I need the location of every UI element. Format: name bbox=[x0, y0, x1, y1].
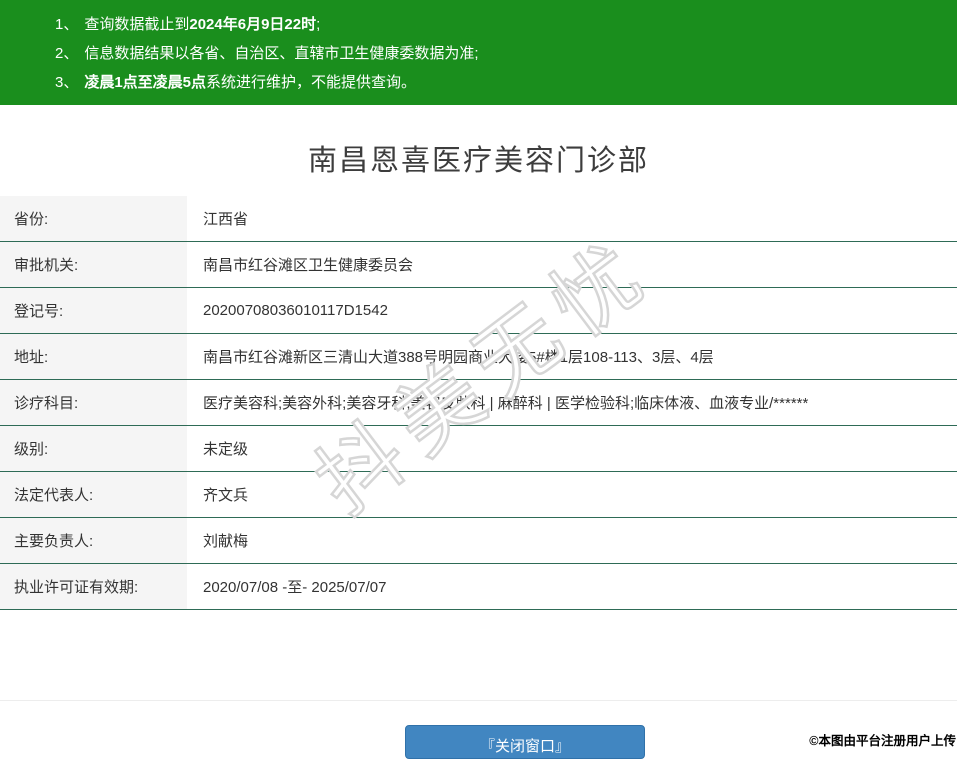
notice-text: 系统进行维护，不能提供查询。 bbox=[206, 74, 417, 91]
table-row-license-validity: 执业许可证有效期: 2020/07/08 -至- 2025/07/07 bbox=[0, 564, 957, 610]
table-row-medical-subjects: 诊疗科目: 医疗美容科;美容外科;美容牙科;美容皮肤科 | 麻醉科 | 医学检验… bbox=[0, 380, 957, 426]
notice-text: 查询数据截止到 bbox=[84, 16, 190, 33]
row-label: 诊疗科目: bbox=[0, 380, 187, 425]
notice-number: 1、 bbox=[55, 16, 79, 33]
row-value: 未定级 bbox=[203, 441, 249, 458]
row-label: 登记号: bbox=[0, 288, 187, 333]
table-row-province: 省份: 江西省 bbox=[0, 196, 957, 242]
table-row-level: 级别: 未定级 bbox=[0, 426, 957, 472]
row-label: 法定代表人: bbox=[0, 472, 187, 517]
row-label: 级别: bbox=[0, 426, 187, 471]
page-title: 南昌恩喜医疗美容门诊部 bbox=[307, 145, 649, 177]
table-row-legal-representative: 法定代表人: 齐文兵 bbox=[0, 472, 957, 518]
notice-text: 信息数据结果以各省、自治区、直辖市卫生健康委数据为准; bbox=[84, 45, 479, 62]
row-value: 南昌市红谷滩新区三清山大道388号明园商业大楼5#楼1层108-113、3层、4… bbox=[203, 349, 714, 366]
row-label: 主要负责人: bbox=[0, 518, 187, 563]
info-table: 省份: 江西省 审批机关: 南昌市红谷滩区卫生健康委员会 登记号: 202007… bbox=[0, 196, 957, 610]
row-label: 省份: bbox=[0, 196, 187, 241]
notice-number: 3、 bbox=[55, 74, 79, 91]
notice-line-3: 3、 凌晨1点至凌晨5点系统进行维护，不能提供查询。 bbox=[55, 68, 937, 97]
row-value: 2020/07/08 -至- 2025/07/07 bbox=[203, 579, 387, 596]
row-value: 南昌市红谷滩区卫生健康委员会 bbox=[203, 257, 414, 274]
notice-bold-text: 凌晨1点至凌晨5点 bbox=[84, 74, 207, 91]
table-row-approval-authority: 审批机关: 南昌市红谷滩区卫生健康委员会 bbox=[0, 242, 957, 288]
row-label: 地址: bbox=[0, 334, 187, 379]
row-value: 20200708036010117D1542 bbox=[203, 302, 388, 319]
row-label: 审批机关: bbox=[0, 242, 187, 287]
notice-line-2: 2、 信息数据结果以各省、自治区、直辖市卫生健康委数据为准; bbox=[55, 39, 937, 68]
notice-banner: 1、 查询数据截止到2024年6月9日22时; 2、 信息数据结果以各省、自治区、直… bbox=[0, 0, 957, 105]
row-label: 执业许可证有效期: bbox=[0, 564, 187, 609]
table-row-address: 地址: 南昌市红谷滩新区三清山大道388号明园商业大楼5#楼1层108-113、… bbox=[0, 334, 957, 380]
row-value: 刘献梅 bbox=[203, 533, 249, 550]
row-value: 江西省 bbox=[203, 211, 249, 228]
notice-bold-text: 2024年6月9日22时 bbox=[189, 16, 317, 33]
table-row-registration-number: 登记号: 20200708036010117D1542 bbox=[0, 288, 957, 334]
upload-attribution-note: ©本图由平台注册用户上传 bbox=[809, 734, 956, 748]
row-value: 医疗美容科;美容外科;美容牙科;美容皮肤科 | 麻醉科 | 医学检验科;临床体液… bbox=[203, 395, 809, 412]
table-row-main-person-in-charge: 主要负责人: 刘献梅 bbox=[0, 518, 957, 564]
close-window-button[interactable]: 『关闭窗口』 bbox=[405, 725, 645, 759]
row-value: 齐文兵 bbox=[203, 487, 249, 504]
footer-divider bbox=[0, 700, 957, 701]
notice-text: ; bbox=[316, 16, 321, 33]
notice-line-1: 1、 查询数据截止到2024年6月9日22时; bbox=[55, 10, 937, 39]
notice-number: 2、 bbox=[55, 45, 79, 62]
